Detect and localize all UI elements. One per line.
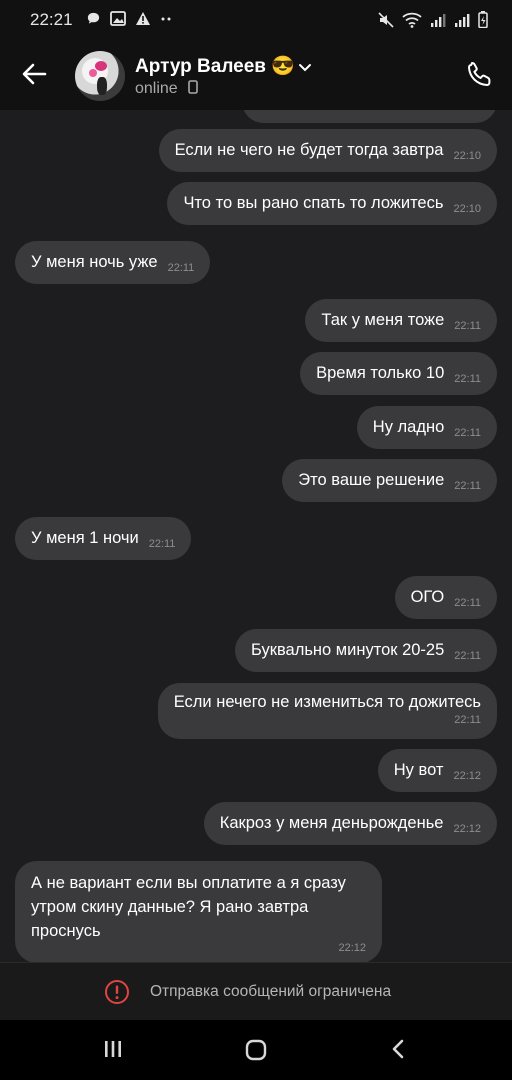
warning-icon — [136, 12, 150, 25]
message-list[interactable]: Если не чего не будет тогда завтра 22:10 … — [0, 110, 512, 962]
chevron-down-icon[interactable] — [298, 60, 312, 74]
mute-icon — [378, 11, 394, 28]
message-bubble-out[interactable]: Так у меня тоже 22:11 — [305, 299, 497, 342]
message-bubble-out[interactable]: Если не чего не будет тогда завтра 22:10 — [158, 129, 497, 172]
presence-status: online — [135, 80, 198, 98]
message-bubble-out[interactable]: Ну ладно 22:11 — [356, 406, 497, 449]
arrow-left-icon[interactable] — [20, 60, 48, 88]
messaging-restricted-bar: Отправка сообщений ограничена — [0, 962, 512, 1021]
message-bubble-out[interactable]: Какроз у меня деньрожденье 22:12 — [203, 802, 497, 845]
home-icon[interactable] — [244, 1038, 268, 1062]
signal-icon — [431, 13, 446, 27]
status-left-icons — [86, 11, 172, 26]
message-bubble-out[interactable]: Это ваше решение 22:11 — [282, 459, 497, 502]
recent-apps-icon[interactable] — [102, 1038, 124, 1060]
restriction-text: Отправка сообщений ограничена — [150, 983, 392, 1000]
back-icon[interactable] — [388, 1038, 410, 1060]
status-right-icons — [378, 11, 488, 28]
contact-name[interactable]: Артур Валеев 😎 — [135, 54, 295, 78]
chat-bubble-icon — [87, 12, 100, 24]
alert-circle-icon — [105, 980, 129, 1004]
message-bubble-out[interactable]: Что то вы рано спать то ложитесь 22:10 — [167, 182, 497, 225]
more-dots-icon — [161, 17, 171, 21]
message-bubble-partial — [242, 110, 497, 123]
message-bubble-out[interactable]: Буквально минуток 20-25 22:11 — [235, 629, 497, 672]
message-bubble-out[interactable]: Если нечего не измениться то дожитесь 22… — [157, 683, 497, 739]
status-bar: 22:21 — [0, 0, 512, 38]
message-bubble-in[interactable]: А не вариант если вы оплатите а я сразу … — [15, 861, 382, 962]
avatar[interactable] — [75, 51, 125, 101]
message-bubble-out[interactable]: Ну вот 22:12 — [377, 749, 497, 792]
message-bubble-out[interactable]: ОГО 22:11 — [394, 576, 497, 619]
wifi-icon — [402, 12, 422, 28]
status-time: 22:21 — [30, 10, 73, 29]
signal-icon — [455, 13, 470, 27]
battery-icon — [478, 11, 488, 28]
chat-header: Артур Валеев 😎 online — [0, 38, 512, 110]
device-phone-icon — [188, 80, 198, 94]
message-bubble-in[interactable]: У меня 1 ночи 22:11 — [15, 517, 192, 560]
phone-icon[interactable] — [466, 60, 494, 88]
message-bubble-in[interactable]: У меня ночь уже 22:11 — [15, 241, 211, 284]
system-navigation-bar — [0, 1020, 512, 1080]
image-icon — [110, 11, 126, 26]
message-bubble-out[interactable]: Время только 10 22:11 — [300, 352, 497, 395]
